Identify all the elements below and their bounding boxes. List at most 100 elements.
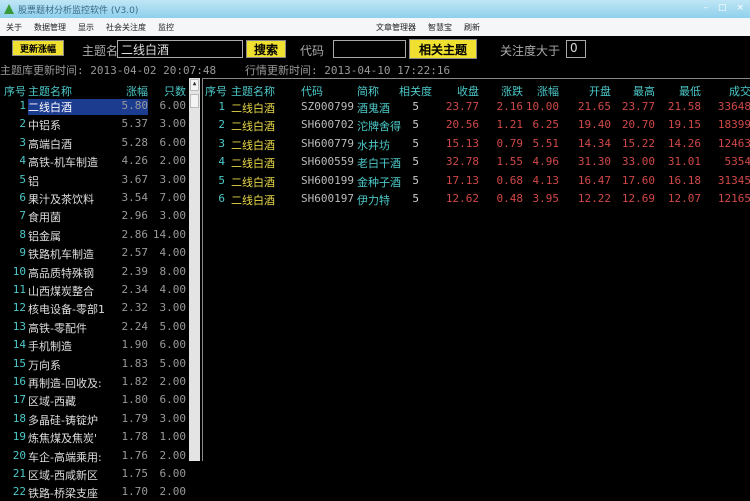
table-row[interactable]: 16 再制造-回收及: 1.82 2.00 <box>0 373 189 391</box>
row-index: 21 <box>12 467 26 480</box>
low: 12.07 <box>667 192 701 205</box>
menu-article-manager[interactable]: 文章管理器 <box>370 22 422 33</box>
menu-attention[interactable]: 社会关注度 <box>100 22 152 33</box>
theme-input[interactable]: 二线白酒 <box>117 40 243 58</box>
change: 1.55 <box>496 155 524 169</box>
menu-data[interactable]: 数据管理 <box>28 22 72 33</box>
theme-name: 区域-西咸新区 <box>28 469 98 482</box>
stock-name: 金种子酒 <box>357 175 401 189</box>
table-row[interactable]: 8 铝金属 2.86 14.00 <box>0 226 189 244</box>
table-row[interactable]: 20 车企-高端乘用: 1.76 2.00 <box>0 447 189 465</box>
row-index: 9 <box>19 246 26 260</box>
code-input[interactable] <box>333 40 406 58</box>
table-row[interactable]: 4 二线白酒 SH600559 老白干酒 5 32.78 1.55 4.96 31.30 33.0… <box>203 153 750 171</box>
close: 20.56 <box>445 118 479 132</box>
volume: 31345 <box>717 173 750 187</box>
table-row[interactable]: 19 炼焦煤及焦炭' 1.78 1.00 <box>0 428 189 446</box>
attention-input[interactable]: 0 <box>566 40 586 58</box>
change-pct: 5.51 <box>532 136 560 150</box>
change-pct: 2.34 <box>121 283 149 296</box>
stock-name: 伊力特 <box>357 194 390 207</box>
row-index: 2 <box>19 117 26 131</box>
stock-count: 2.00 <box>159 375 187 388</box>
row-index: 4 <box>19 154 26 168</box>
search-button[interactable]: 搜索 <box>246 40 286 58</box>
change-pct: 2.96 <box>121 209 149 223</box>
table-row[interactable]: 14 手机制造 1.90 6.00 <box>0 336 189 354</box>
close: 17.13 <box>445 173 479 187</box>
menu-about[interactable]: 关于 <box>0 22 28 33</box>
menu-display[interactable]: 显示 <box>72 22 100 33</box>
table-row[interactable]: 7 食用菌 2.96 3.00 <box>0 207 189 225</box>
menu-zhihuibao[interactable]: 智慧宝 <box>422 22 458 33</box>
stock-code: SH600197 <box>301 192 354 205</box>
change-pct: 3.95 <box>532 192 560 205</box>
update-change-button[interactable]: 更新涨幅 <box>12 40 64 56</box>
table-row[interactable]: 10 高品质特殊钢 2.39 8.00 <box>0 263 189 281</box>
stock-count: 6.00 <box>159 338 187 352</box>
stock-name: 酒鬼酒 <box>357 102 390 115</box>
row-index: 3 <box>218 136 225 150</box>
stock-count: 3.00 <box>159 411 187 425</box>
row-index: 20 <box>12 448 26 462</box>
table-row[interactable]: 6 果汁及茶饮料 3.54 7.00 <box>0 189 189 207</box>
relevance: 5 <box>412 118 419 132</box>
change: 0.79 <box>496 136 524 150</box>
minimize-button[interactable]: – <box>703 3 708 13</box>
theme-name: 食用菌 <box>28 211 61 225</box>
table-row[interactable]: 3 二线白酒 SH600779 水井坊 5 15.13 0.79 5.51 14.34 15.22… <box>203 135 750 153</box>
table-row[interactable]: 6 二线白酒 SH600197 伊力特 5 12.62 0.48 3.95 12.22 12.69… <box>203 190 750 208</box>
header-4: 相关度 <box>399 85 432 98</box>
change-pct: 5.80 <box>121 99 149 112</box>
table-row[interactable]: 2 中铝系 5.37 3.00 <box>0 115 189 133</box>
change-pct: 4.26 <box>121 154 149 168</box>
quote-update-time: 行情更新时间: 2013-04-10 17:22:16 <box>245 64 451 77</box>
change-pct: 3.54 <box>121 191 149 204</box>
menu-refresh[interactable]: 刷新 <box>458 22 486 33</box>
theme-name: 山西煤炭整合 <box>28 285 94 298</box>
row-index: 18 <box>12 411 26 425</box>
table-row[interactable]: 21 区域-西咸新区 1.75 6.00 <box>0 465 189 483</box>
relevance: 5 <box>412 173 419 187</box>
theme-name: 二线白酒 <box>231 138 275 152</box>
scroll-up-icon[interactable]: ▲ <box>190 79 199 91</box>
stock-code: SH600199 <box>301 173 354 187</box>
stock-count: 2.00 <box>159 485 187 499</box>
change-pct: 2.86 <box>121 227 149 241</box>
table-row[interactable]: 5 铝 3.67 3.00 <box>0 171 189 189</box>
change-pct: 1.80 <box>121 393 149 407</box>
high: 20.70 <box>621 118 655 132</box>
table-row[interactable]: 5 二线白酒 SH600199 金种子酒 5 17.13 0.68 4.13 16.47 17.6… <box>203 172 750 190</box>
table-row[interactable]: 13 高铁-零配件 2.24 5.00 <box>0 318 189 336</box>
change-pct: 1.70 <box>121 485 149 499</box>
theme-name: 高端白酒 <box>28 137 72 151</box>
scroll-thumb[interactable] <box>190 94 199 108</box>
close-button[interactable]: × <box>736 3 744 13</box>
stock-count: 3.00 <box>159 117 187 131</box>
stock-count: 14.00 <box>152 227 186 241</box>
table-row[interactable]: 17 区域-西藏 1.80 6.00 <box>0 391 189 409</box>
close: 12.62 <box>445 192 479 205</box>
table-row[interactable]: 4 高铁-机车制造 4.26 2.00 <box>0 152 189 170</box>
related-theme-button[interactable]: 相关主题 <box>409 39 477 59</box>
table-row[interactable]: 18 多晶硅-铸锭炉 1.79 3.00 <box>0 410 189 428</box>
toolbar: 更新涨幅 主题名 二线白酒 搜索 代码 相关主题 关注度大于 0 <box>0 36 750 62</box>
table-row[interactable]: 3 高端白酒 5.28 6.00 <box>0 134 189 152</box>
table-row[interactable]: 22 铁路-桥梁支座 1.70 2.00 <box>0 483 189 501</box>
maximize-button[interactable]: □ <box>718 3 727 13</box>
change: 1.21 <box>496 118 524 132</box>
table-row[interactable]: 2 二线白酒 SH600702 沱牌舍得 5 20.56 1.21 6.25 19.40 20.7… <box>203 116 750 134</box>
table-row[interactable]: 1 二线白酒 SZ000799 酒鬼酒 5 23.77 2.16 10.00 21.65 23.7… <box>203 98 750 116</box>
table-row[interactable]: 9 铁路机车制造 2.57 4.00 <box>0 244 189 262</box>
table-row[interactable]: 11 山西煤炭整合 2.34 4.00 <box>0 281 189 299</box>
row-index: 1 <box>218 100 225 113</box>
stock-table-header: 序号 主题名称 代码 简称 相关度 收盘 涨跌 涨幅 开盘 最高 最低 成交 <box>203 81 750 99</box>
menu-monitor[interactable]: 监控 <box>152 22 180 33</box>
change-pct: 2.39 <box>121 264 149 278</box>
table-row[interactable]: 12 核电设备-零部1 2.32 3.00 <box>0 299 189 317</box>
table-row[interactable]: 15 万向系 1.83 5.00 <box>0 355 189 373</box>
row-index: 12 <box>12 301 26 315</box>
theme-list-scrollbar[interactable]: ▲ <box>189 78 200 461</box>
table-row[interactable]: 1 二线白酒 5.80 6.00 <box>0 97 189 115</box>
relevance: 5 <box>412 192 419 205</box>
